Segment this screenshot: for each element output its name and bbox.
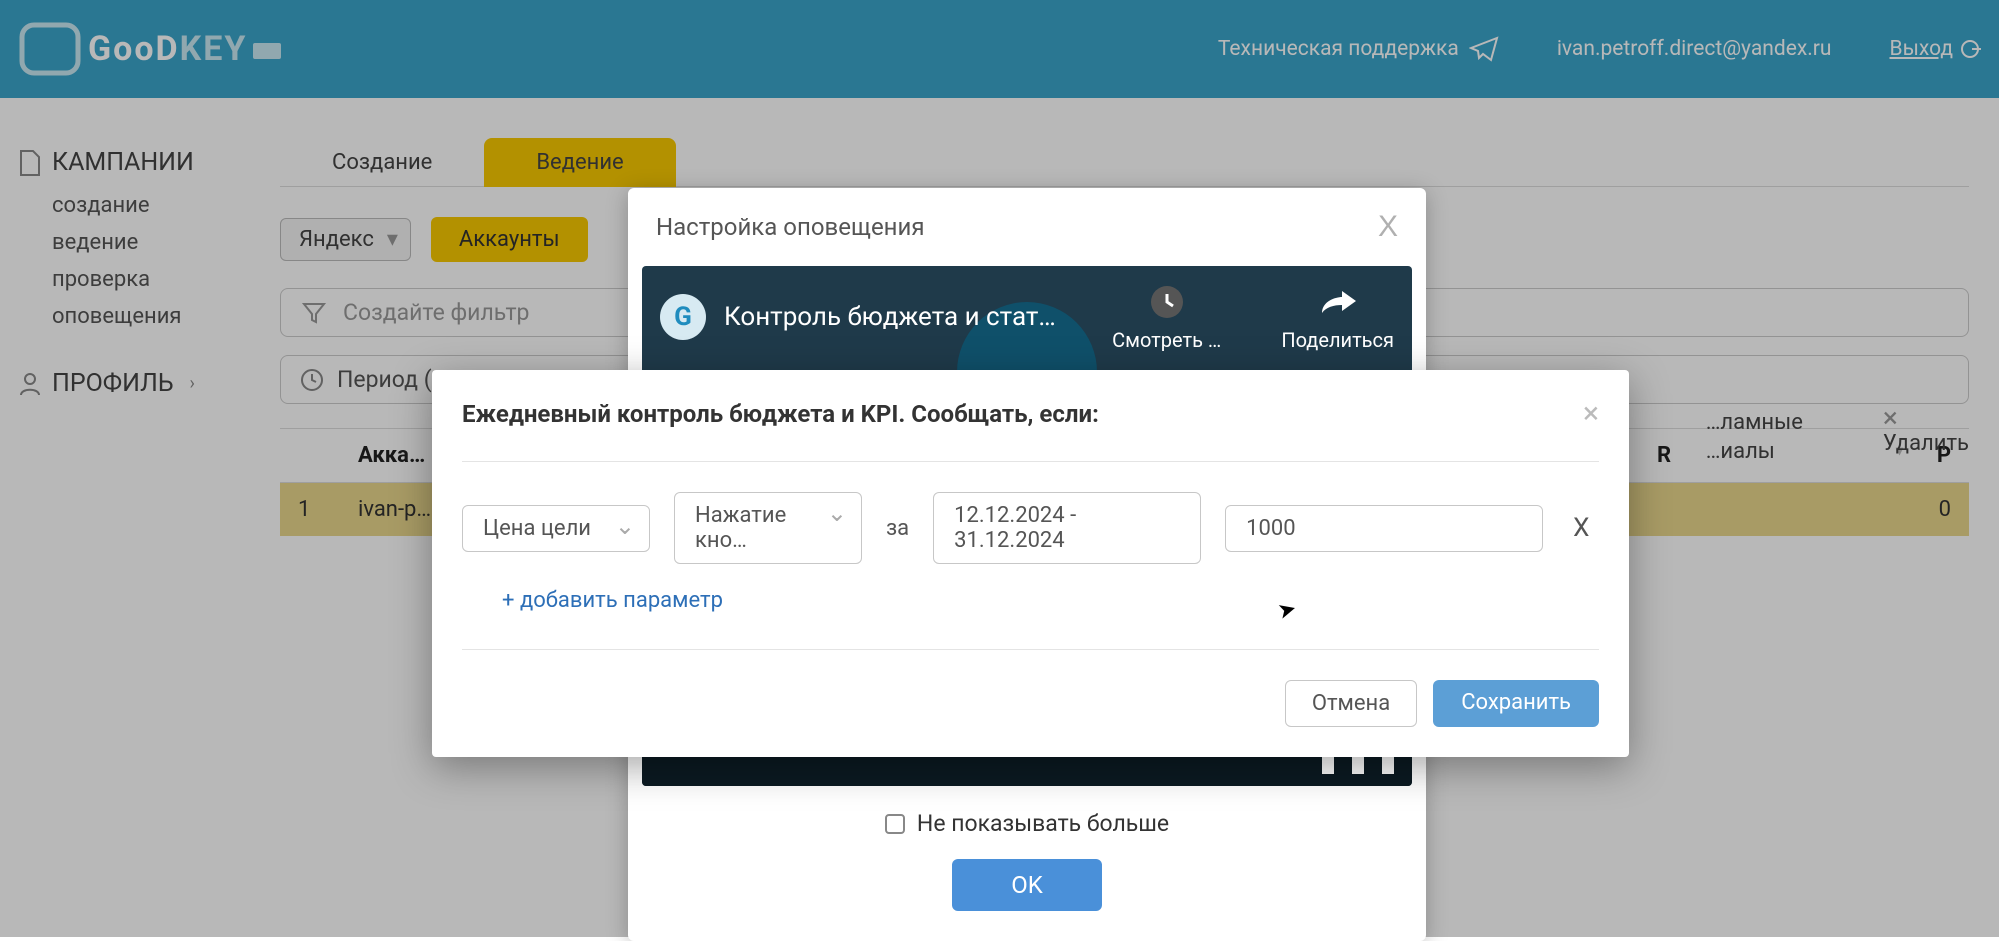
- dont-show-label: Не показывать больше: [917, 810, 1169, 837]
- cancel-button[interactable]: Отмена: [1285, 680, 1417, 727]
- za-label: за: [886, 516, 909, 541]
- clock-icon: [1147, 282, 1187, 322]
- dont-show-checkbox[interactable]: [885, 814, 905, 834]
- video-title: Контроль бюджета и стат…: [724, 302, 1056, 332]
- share-button[interactable]: Поделиться: [1281, 282, 1394, 352]
- save-button[interactable]: Сохранить: [1433, 680, 1599, 727]
- modal-notif-title: Настройка оповещения: [656, 213, 925, 241]
- metric-select[interactable]: Цена цели: [462, 505, 650, 552]
- date-range-input[interactable]: 12.12.2024 - 31.12.2024: [933, 492, 1201, 564]
- share-icon: [1318, 287, 1358, 317]
- video-channel-icon: G: [660, 294, 706, 340]
- modal-kpi-control: Ежедневный контроль бюджета и KPI. Сообщ…: [432, 370, 1629, 757]
- value-input[interactable]: 1000: [1225, 505, 1543, 552]
- watch-later-button[interactable]: Смотреть …: [1112, 282, 1221, 352]
- modal-notif-close-button[interactable]: X: [1378, 210, 1398, 244]
- add-param-link[interactable]: + добавить параметр: [462, 588, 1599, 613]
- goal-select[interactable]: Нажатие кно…: [674, 492, 862, 564]
- modal-kpi-title: Ежедневный контроль бюджета и KPI. Сообщ…: [462, 400, 1099, 428]
- remove-param-button[interactable]: X: [1573, 513, 1589, 543]
- modal-kpi-close-button[interactable]: ×: [1583, 396, 1599, 431]
- ok-button[interactable]: OK: [952, 859, 1102, 911]
- kpi-param-row: Цена цели Нажатие кно… за 12.12.2024 - 3…: [462, 461, 1599, 564]
